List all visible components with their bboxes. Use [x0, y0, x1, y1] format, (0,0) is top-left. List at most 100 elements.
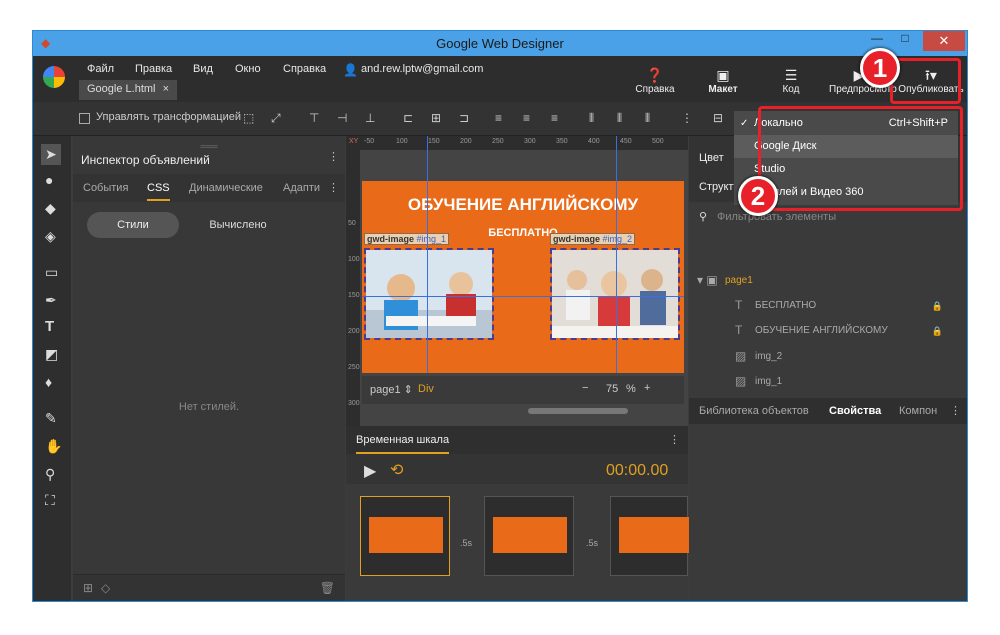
align-bottom-icon[interactable]: ⊥ [365, 111, 375, 125]
align-center-icon[interactable]: ⊞ [431, 111, 441, 125]
play-icon[interactable]: ▶ [364, 461, 376, 481]
distribute-bottom-icon[interactable]: ≡ [551, 111, 558, 125]
zoom-unit: % [626, 383, 636, 395]
close-button[interactable]: ✕ [923, 31, 965, 51]
shape-tool-icon[interactable]: ▭ [45, 264, 58, 281]
thumbnail-preview [493, 517, 567, 553]
menu-window[interactable]: Окно [235, 63, 261, 75]
layout-icon: ▣ [716, 67, 730, 83]
tab-dynamic[interactable]: Динамические [189, 182, 263, 194]
document-tab[interactable]: Google L.html × [79, 80, 177, 100]
layer-text-title[interactable]: T ОБУЧЕНИЕ АНГЛИЙСКОМУ [735, 323, 888, 337]
zoom-out-button[interactable]: − [582, 382, 588, 394]
align-right-icon[interactable]: ⊐ [459, 111, 469, 125]
loop-icon[interactable]: ⟲ [390, 460, 403, 480]
zoom-tool-icon[interactable]: ⚲ [45, 466, 55, 483]
transition-duration[interactable]: .5s [460, 538, 472, 548]
bounding-box-icon[interactable]: ⬚ [243, 111, 254, 125]
panel-grip-icon[interactable]: ═══ [73, 142, 345, 151]
tag-tool-icon[interactable]: ◈ [45, 228, 56, 245]
lock-icon[interactable]: 🔒 [932, 301, 943, 312]
ad-stage[interactable]: ОБУЧЕНИЕ АНГЛИЙСКОМУ БЕСПЛАТНО gwd-image… [362, 136, 684, 373]
guide-horizontal[interactable] [362, 296, 684, 297]
distribute-left-icon[interactable]: ⫴ [589, 111, 594, 126]
select-tool-icon[interactable]: ➤ [41, 144, 61, 165]
canvas-scrollbar[interactable] [528, 408, 628, 414]
tab-library[interactable]: Библиотека объектов [699, 405, 809, 417]
zoom-in-button[interactable]: + [644, 382, 650, 394]
menu-view[interactable]: Вид [193, 63, 213, 75]
guide-vertical[interactable] [427, 136, 428, 373]
add-style-icon[interactable]: ⊞ [83, 581, 93, 595]
tint-tool-icon[interactable]: ✎ [45, 410, 57, 427]
fit-screen-icon[interactable]: ⛶ [45, 492, 55, 509]
keyframe-thumbnail[interactable] [484, 496, 574, 576]
ruler-tick: 350 [556, 138, 568, 145]
align-top-icon[interactable]: ⊤ [309, 111, 319, 125]
code-tool[interactable]: ☰ Код [761, 66, 821, 95]
inspector-menu-icon[interactable]: ⋮ [328, 150, 339, 163]
account-email[interactable]: and.rew.lptw@gmail.com [361, 63, 483, 75]
help-tool[interactable]: ❓ Справка [625, 66, 685, 95]
tab-adaptive[interactable]: Адапти [283, 182, 320, 194]
distribute-top-icon[interactable]: ≡ [495, 111, 502, 125]
guide-vertical[interactable] [616, 136, 617, 373]
layer-page1[interactable]: ▾ ▣ page1 [697, 273, 753, 287]
fill-tool-icon[interactable]: ◩ [45, 346, 58, 363]
menu-file[interactable]: Файл [87, 63, 114, 75]
transform-checkbox[interactable] [79, 113, 90, 124]
img-1[interactable] [364, 248, 494, 340]
library-menu-icon[interactable]: ⋮ [950, 404, 961, 417]
computed-button[interactable]: Вычислено [193, 212, 283, 238]
spacing-icon[interactable]: ⋮ [681, 111, 693, 125]
tab-close-icon[interactable]: × [163, 83, 169, 95]
align-middle-icon[interactable]: ⊣ [337, 111, 347, 125]
text-tool-icon[interactable]: T [45, 318, 54, 335]
timeline-title[interactable]: Временная шкала [356, 434, 450, 454]
transform-icon[interactable]: ⤢ [271, 111, 281, 126]
keyframe-thumbnail[interactable] [610, 496, 693, 576]
tab-events[interactable]: События [83, 182, 128, 194]
lock-icon[interactable]: 🔒 [932, 326, 943, 337]
tab-components[interactable]: Компон [899, 405, 937, 417]
distribute-right-icon[interactable]: ⫴ [645, 111, 650, 126]
paint-bucket-icon[interactable]: ♦ [45, 374, 52, 390]
3d-translate-icon[interactable]: ◆ [45, 200, 56, 217]
layer-img2[interactable]: ▨ img_2 [735, 349, 782, 363]
stage-title[interactable]: ОБУЧЕНИЕ АНГЛИЙСКОМУ [362, 195, 684, 215]
ruler-tick: 200 [348, 328, 360, 335]
img1-label: gwd-image #img_1 [364, 233, 450, 245]
ruler-tick: 100 [396, 138, 408, 145]
distribute-center-icon[interactable]: ⫴ [617, 111, 622, 126]
tabs-menu-icon[interactable]: ⋮ [328, 181, 339, 194]
layer-text-free[interactable]: T БЕСПЛАТНО [735, 298, 816, 312]
distribute-middle-icon[interactable]: ≡ [523, 111, 530, 125]
maximize-button[interactable]: □ [891, 31, 919, 51]
tab-color[interactable]: Цвет [699, 152, 724, 164]
align-left-icon[interactable]: ⊏ [403, 111, 413, 125]
transition-duration[interactable]: .5s [586, 538, 598, 548]
size-icon[interactable]: ⊟ [713, 111, 723, 125]
keyframe-thumbnail[interactable] [360, 496, 450, 576]
img2-label: gwd-image #img_2 [550, 233, 636, 245]
add-rule-icon[interactable]: ◇ [101, 581, 110, 595]
element-breadcrumb[interactable]: Div [418, 383, 434, 395]
pen-tool-icon[interactable]: ✒ [45, 292, 57, 309]
styles-button[interactable]: Стили [87, 212, 179, 238]
menu-help[interactable]: Справка [283, 63, 326, 75]
zoom-value[interactable]: 75 [606, 383, 618, 395]
layer-img1[interactable]: ▨ img_1 [735, 374, 782, 388]
design-canvas[interactable]: XY -50 100 150 200 250 300 350 400 450 5… [346, 136, 688, 426]
canvas-status-bar: page1 ⇕ Div − 75 % + [362, 376, 684, 404]
tab-properties[interactable]: Свойства [829, 405, 881, 417]
timeline-menu-icon[interactable]: ⋮ [669, 433, 680, 446]
tab-css[interactable]: CSS [147, 182, 170, 201]
3d-rotate-icon[interactable]: ● [45, 172, 53, 188]
children-photo [366, 250, 492, 338]
delete-icon[interactable]: 🗑 [320, 581, 335, 595]
layout-tool[interactable]: ▣ Макет [693, 66, 753, 95]
hand-tool-icon[interactable]: ✋ [45, 438, 62, 455]
page-selector[interactable]: page1 ⇕ [370, 383, 413, 396]
img-2[interactable] [550, 248, 680, 340]
menu-edit[interactable]: Правка [135, 63, 172, 75]
